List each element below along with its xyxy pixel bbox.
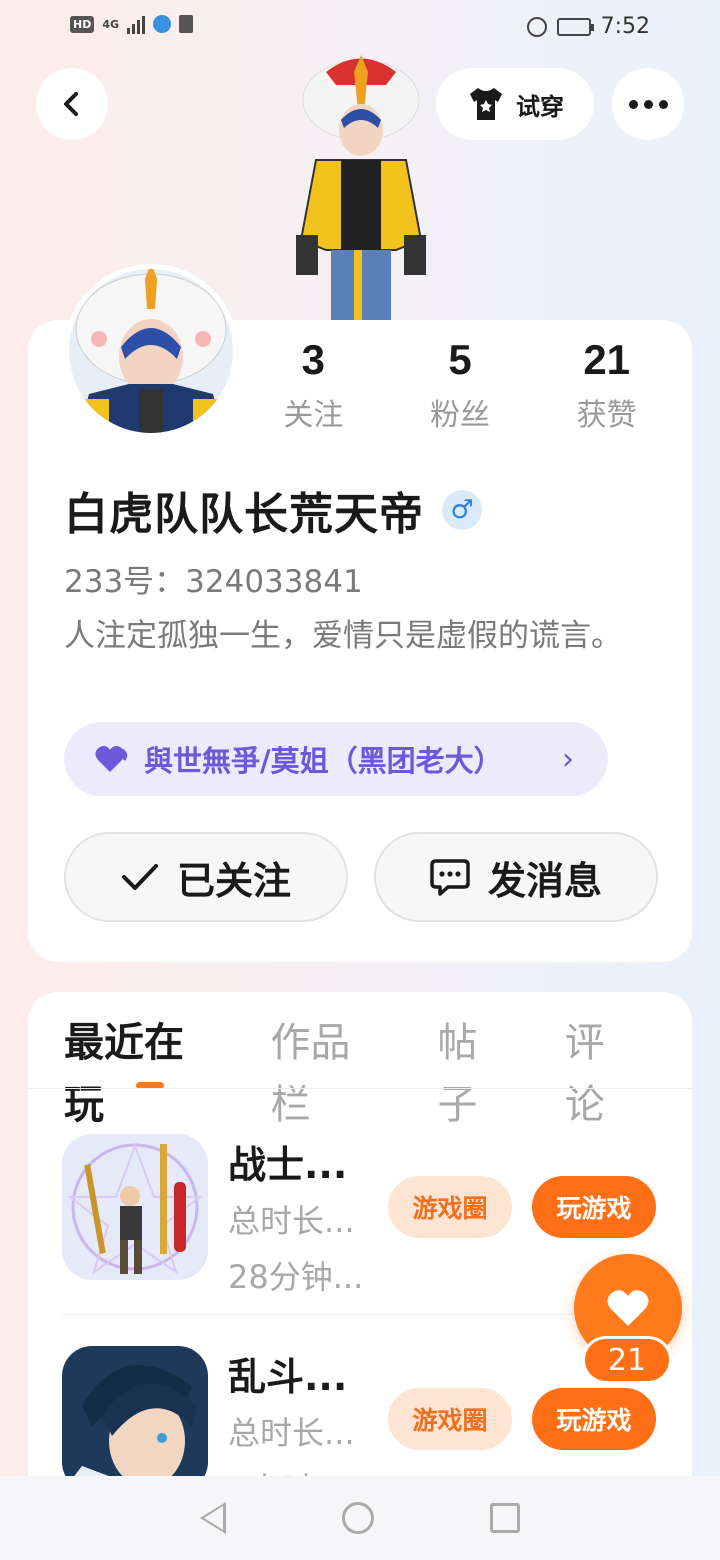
nav-recents-icon[interactable] [490,1503,520,1533]
followed-button[interactable]: 已关注 [64,832,348,922]
more-horizontal-icon [628,99,668,109]
network-icon [153,15,172,33]
tshirt-icon [470,88,502,120]
followers-count: 5 [448,336,472,383]
bio-text: 人注定孤独一生，爱情只是虚假的谎言。 [64,618,622,654]
network-type-label: 4G [102,17,120,31]
game-icon [62,1134,208,1280]
username-row: 白虎队队长荒天帝 ♂ [64,478,482,542]
chat-bubble-icon [430,859,470,896]
stat-followers[interactable]: 5 粉丝 [387,336,534,434]
play-game-button[interactable]: 玩游戏 [532,1176,656,1238]
send-message-label: 发消息 [487,858,602,903]
account-id: 233号：324033841 [64,564,363,600]
group-name: 與世無爭/莫姐（黑团老大） [144,744,503,778]
game-playtime-label: 总时长... [228,1202,355,1240]
nav-back-icon[interactable] [200,1502,226,1534]
back-button[interactable] [36,68,108,140]
signal-icon [127,14,146,34]
game-playtime-value: 28分钟... [228,1258,364,1296]
avatar[interactable] [64,264,238,438]
group-link[interactable]: 與世無爭/莫姐（黑团老大） › [64,722,608,796]
send-message-button[interactable]: 发消息 [374,832,658,922]
following-count: 3 [301,336,326,383]
game-name: 战士... [228,1143,348,1187]
try-on-label: 试穿 [516,92,564,121]
content-card: 最近在玩 作品栏 帖子 评论 战士... 总时长... 28分钟... 游戏圈 … [28,992,692,1512]
hd-icon: HD [70,15,95,33]
play-game-button[interactable]: 玩游戏 [532,1388,656,1450]
nav-home-icon[interactable] [342,1502,374,1534]
stat-following[interactable]: 3 关注 [240,336,387,434]
try-on-button[interactable]: 试穿 [436,68,594,140]
heart-link-icon [95,746,128,772]
followers-label: 粉丝 [430,398,490,433]
like-count-badge: 21 [582,1336,672,1384]
game-name: 乱斗... [228,1355,348,1399]
chevron-left-icon [64,92,78,116]
stat-likes[interactable]: 21 获赞 [533,336,680,434]
more-options-button[interactable] [612,68,684,140]
divider [28,1088,692,1089]
game-playtime-label: 总时长... [228,1414,355,1452]
game-icon [62,1346,208,1492]
battery-charging-icon [556,17,594,36]
chevron-right-icon: › [562,742,574,777]
likes-label: 获赞 [576,398,637,433]
username: 白虎队队长荒天帝 [64,489,424,540]
sd-card-icon [179,15,194,33]
alarm-icon [526,16,547,37]
game-circle-button[interactable]: 游戏圈 [388,1388,512,1450]
system-nav-bar [0,1476,720,1560]
game-circle-button[interactable]: 游戏圈 [388,1176,512,1238]
check-icon [121,864,158,890]
followed-label: 已关注 [176,858,291,903]
profile-stats: 3 关注 5 粉丝 21 获赞 [240,336,680,434]
status-time: 7:52 [600,14,650,39]
character-illustration [286,50,436,320]
following-label: 关注 [283,398,344,433]
male-gender-icon: ♂ [442,490,482,530]
likes-count: 21 [583,336,631,383]
heart-icon [607,1290,649,1326]
status-bar: HD 4G 7:52 [0,0,720,56]
